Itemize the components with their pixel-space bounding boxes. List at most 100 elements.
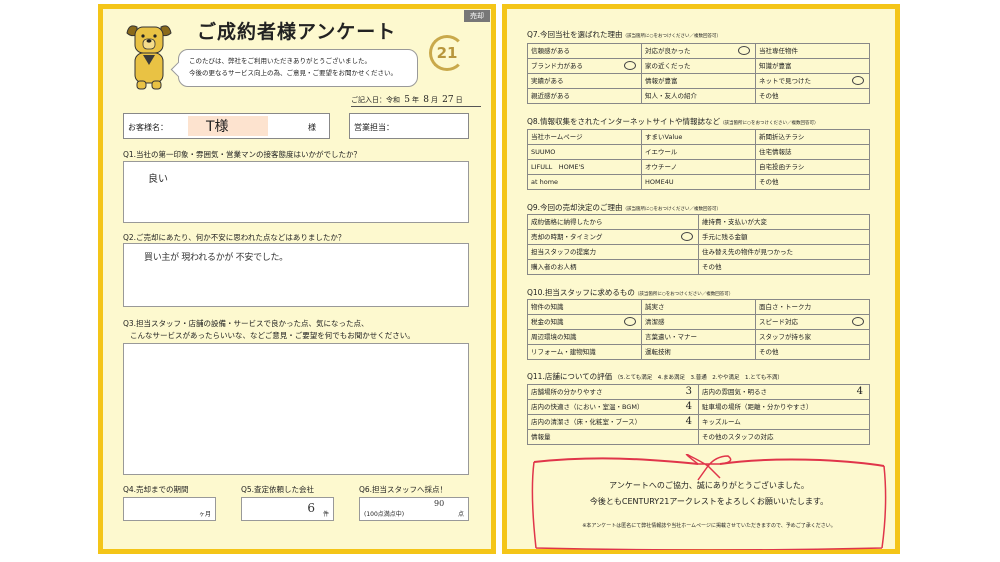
q5-answer-box[interactable]: 6 件	[241, 497, 334, 521]
q8-option[interactable]: LIFULL HOME'S	[528, 160, 642, 175]
q10-option-label: 物件の知識	[531, 303, 564, 311]
q9-option-label: 売却の時期・タイミング	[531, 233, 603, 241]
q8-option[interactable]: オウチーノ	[642, 160, 756, 175]
q8-option[interactable]: 新聞折込チラシ	[756, 130, 870, 145]
dog-mascot-icon	[126, 25, 172, 90]
q8-note: （該当箇所に○をおつけください／複数回答可）	[720, 121, 819, 126]
q7-option[interactable]: 知識が豊富	[756, 59, 870, 74]
q11-item[interactable]: キッズルーム	[699, 415, 870, 430]
q11-item[interactable]: 情報量	[528, 430, 699, 445]
q10-option[interactable]: 税金の知識	[528, 315, 642, 330]
q11-item[interactable]: 店舗場所の分かりやすさ 3	[528, 385, 699, 400]
q11-item[interactable]: 店内の清潔さ（床・化粧室・ブース） 4	[528, 415, 699, 430]
q2-answer-box[interactable]: 買い主が 現われるかが 不安でした。	[123, 243, 469, 307]
q9-label: Q9.今回の売却決定のご理由	[527, 203, 623, 212]
q10-option[interactable]: 清潔感	[642, 315, 756, 330]
q9-option[interactable]: 手元に残る金額	[699, 230, 870, 245]
q7-label: Q7.今回当社を選ばれた理由	[527, 30, 623, 39]
q9-question: Q9.今回の売却決定のご理由（該当箇所に○をおつけください／複数回答可）	[527, 202, 721, 213]
q8-option[interactable]: その他	[756, 175, 870, 190]
q9-option[interactable]: 購入者のお人柄	[528, 260, 699, 275]
q8-option[interactable]: 当社ホームページ	[528, 130, 642, 145]
q10-option-label: 周辺環境の知識	[531, 333, 577, 341]
q10-option[interactable]: その他	[756, 345, 870, 360]
q8-option-label: LIFULL HOME'S	[531, 163, 585, 171]
q7-option[interactable]: 実績がある	[528, 74, 642, 89]
q10-option[interactable]: 物件の知識	[528, 300, 642, 315]
q1-answer-box[interactable]: 良い	[123, 161, 469, 223]
q7-option-label: 親近感がある	[531, 92, 570, 100]
q9-row: 売却の時期・タイミング 手元に残る金額	[528, 230, 870, 245]
q11-item-label: 駐車場の場所（距離・分かりやすさ）	[702, 403, 813, 411]
q7-option[interactable]: 親近感がある	[528, 89, 642, 104]
q6-answer-box[interactable]: 90 (100点満点中) 点	[359, 497, 469, 521]
q10-option[interactable]: スタッフが持ち家	[756, 330, 870, 345]
q10-options-table: 物件の知識 誠実さ 面白さ・トーク力税金の知識 清潔感 スピード対応周辺環境の知識 言葉遣…	[527, 299, 870, 360]
q11-item-label: 店舗場所の分かりやすさ	[531, 388, 603, 396]
q6-question: Q6.担当スタッフへ採点！	[359, 485, 448, 494]
q7-option-label: ブランド力がある	[531, 62, 583, 70]
century21-logo-icon: 21	[429, 35, 465, 71]
q7-option[interactable]: 当社専任物件	[756, 44, 870, 59]
q10-option[interactable]: 面白さ・トーク力	[756, 300, 870, 315]
q11-item[interactable]: その他のスタッフの対応	[699, 430, 870, 445]
q8-option-label: すまいValue	[645, 133, 683, 141]
q8-option[interactable]: HOME4U	[642, 175, 756, 190]
q7-option[interactable]: 家の近くだった	[642, 59, 756, 74]
q10-option[interactable]: 言葉遣い・マナー	[642, 330, 756, 345]
q10-option[interactable]: 誠実さ	[642, 300, 756, 315]
q7-option[interactable]: 対応が良かった	[642, 44, 756, 59]
q8-option[interactable]: イエウール	[642, 145, 756, 160]
q8-option[interactable]: すまいValue	[642, 130, 756, 145]
q7-option-label: 当社専任物件	[759, 47, 798, 55]
q11-item[interactable]: 店内の快適さ（におい・室温・BGM） 4	[528, 400, 699, 415]
q10-option[interactable]: 運転技術	[642, 345, 756, 360]
q3-question-line-2: こんなサービスがあったらいいな、などご意見・ご要望を何でもお聞かせください。	[130, 331, 415, 340]
q4-question: Q4.売却までの期間	[123, 485, 189, 494]
q9-option[interactable]: 成約価格に納得したから	[528, 215, 699, 230]
q11-row: 店内の快適さ（におい・室温・BGM） 4 駐車場の場所（距離・分かりやすさ）	[528, 400, 870, 415]
staff-name-field[interactable]: 営業担当：	[349, 113, 469, 139]
q11-item-label: キッズルーム	[702, 418, 741, 426]
customer-name-suffix: 様	[308, 123, 316, 132]
survey-page-left: ご成約者様アンケート このたびは、弊社をご利用いただきありがとうございました。 …	[98, 4, 496, 554]
circled-mark-icon	[681, 232, 693, 241]
q10-option-label: 誠実さ	[645, 303, 665, 311]
q9-option[interactable]: 維持費・支払いが大変	[699, 215, 870, 230]
q7-option-label: 情報が豊富	[645, 77, 678, 85]
q8-option[interactable]: SUUMO	[528, 145, 642, 160]
q10-option[interactable]: リフォーム・建物知識	[528, 345, 642, 360]
q9-option[interactable]: 売却の時期・タイミング	[528, 230, 699, 245]
q7-option[interactable]: 信頼感がある	[528, 44, 642, 59]
q11-item[interactable]: 駐車場の場所（距離・分かりやすさ）	[699, 400, 870, 415]
q8-option[interactable]: at home	[528, 175, 642, 190]
q7-option[interactable]: ブランド力がある	[528, 59, 642, 74]
q4-answer-box[interactable]: ヶ月	[123, 497, 216, 521]
q10-option[interactable]: スピード対応	[756, 315, 870, 330]
q9-row: 購入者のお人柄 その他	[528, 260, 870, 275]
q7-option[interactable]: その他	[756, 89, 870, 104]
q3-answer-box[interactable]	[123, 343, 469, 475]
q9-option[interactable]: その他	[699, 260, 870, 275]
q9-option[interactable]: 住み替え先の物件が見つかった	[699, 245, 870, 260]
q8-option[interactable]: 住宅情報誌	[756, 145, 870, 160]
q9-option[interactable]: 担当スタッフの提案力	[528, 245, 699, 260]
q11-question: Q11.店舗についての評価 （5.とても満足 4.まあ満足 3.普通 2.やや満…	[527, 371, 783, 382]
q7-option[interactable]: 知人・友人の紹介	[642, 89, 756, 104]
q11-item[interactable]: 店内の雰囲気・明るさ 4	[699, 385, 870, 400]
q11-item-score: 4	[685, 401, 692, 412]
q10-option[interactable]: 周辺環境の知識	[528, 330, 642, 345]
q8-row: 当社ホームページ すまいValue 新聞折込チラシ	[528, 130, 870, 145]
circled-mark-icon	[624, 61, 636, 70]
date-day: 27	[442, 95, 454, 105]
circled-mark-icon	[852, 317, 864, 326]
q9-option-label: 手元に残る金額	[702, 233, 748, 241]
q8-option[interactable]: 自宅投函チラシ	[756, 160, 870, 175]
q7-option-label: 信頼感がある	[531, 47, 570, 55]
q7-option-label: ネットで見つけた	[759, 77, 811, 85]
q1-answer-text: 良い	[148, 174, 168, 185]
q7-option[interactable]: ネットで見つけた	[756, 74, 870, 89]
customer-name-field[interactable]: お客様名： T様 様	[123, 113, 330, 139]
q7-option[interactable]: 情報が豊富	[642, 74, 756, 89]
q10-option-label: 税金の知識	[531, 318, 564, 326]
